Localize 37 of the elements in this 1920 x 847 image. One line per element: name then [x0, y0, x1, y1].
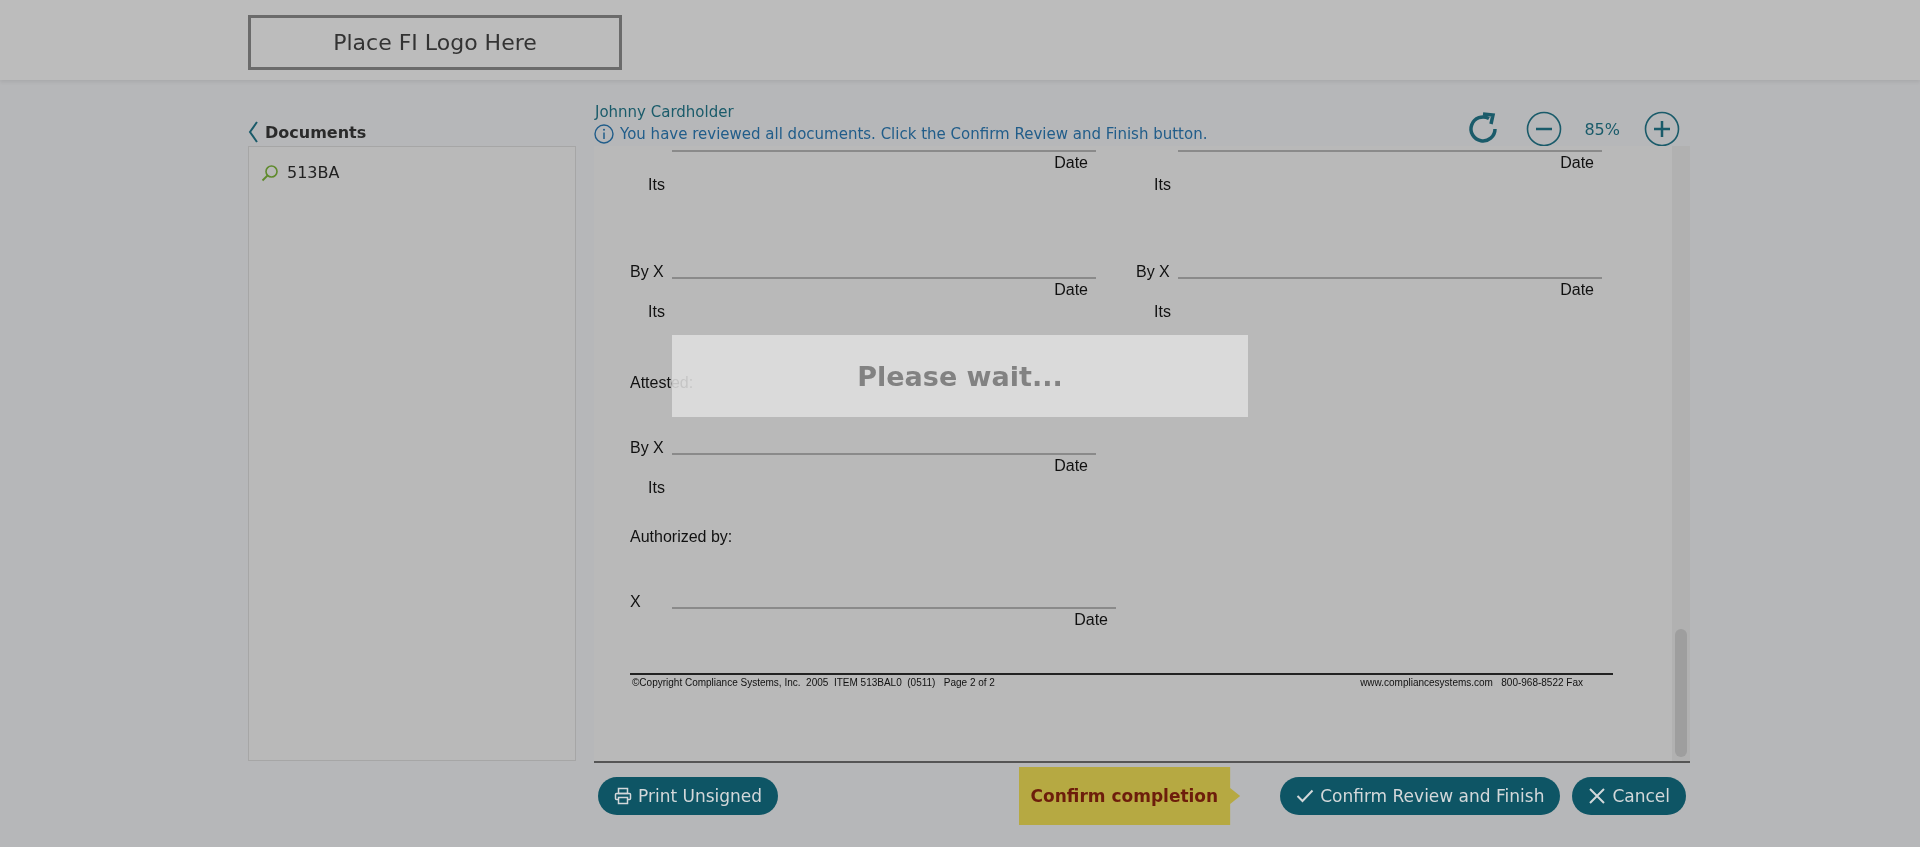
contact-footer: www.compliancesystems.com 800-968-8522 Fax: [1360, 677, 1583, 688]
date-label: Date: [1560, 154, 1594, 171]
title-label: Its: [1154, 176, 1171, 193]
close-icon: [1588, 787, 1607, 805]
signature-label: By X: [630, 263, 665, 281]
review-notice: You have reviewed all documents. Click the Confirm Review and Finish button.: [620, 125, 1208, 143]
print-unsigned-button[interactable]: Print Unsigned: [598, 777, 779, 815]
signature-label: X: [630, 593, 642, 611]
title-label: Its: [648, 479, 665, 496]
confirm-completion-tooltip: Confirm completion: [1018, 767, 1241, 825]
cancel-button[interactable]: Cancel: [1572, 777, 1686, 815]
date-label: Date: [1560, 281, 1594, 298]
section-label: Authorized by:: [630, 528, 733, 545]
back-chevron-icon[interactable]: [248, 121, 259, 143]
search-icon: [261, 163, 279, 182]
zoom-in-icon[interactable]: [1644, 111, 1680, 147]
zoom-out-icon[interactable]: [1526, 111, 1563, 147]
date-label: Date: [1054, 281, 1088, 298]
title-label: Its: [648, 176, 665, 193]
documents-back-link[interactable]: Documents: [265, 122, 367, 142]
document-list-item[interactable]: 513BA: [287, 163, 340, 182]
date-label: Date: [1074, 611, 1108, 628]
title-label: Its: [1154, 303, 1171, 320]
checkmark-icon: [1296, 789, 1315, 803]
confirm-review-button[interactable]: Confirm Review and Finish: [1280, 777, 1561, 815]
copyright-footer: ©Copyright Compliance Systems, Inc. 2005 ITEM 513BAL0 (0511) Page 2 of 2: [632, 677, 995, 688]
logo-placeholder-text: Place FI Logo Here: [333, 30, 537, 55]
please-wait-message: Please wait...: [857, 360, 1063, 392]
zoom-level: 85%: [1584, 119, 1620, 139]
signature-label: By X: [1136, 263, 1171, 281]
printer-icon: [614, 787, 632, 805]
recipient-name: Johnny Cardholder: [595, 103, 735, 121]
date-label: Date: [1054, 154, 1088, 171]
title-label: Its: [648, 303, 665, 320]
info-icon: [594, 124, 614, 144]
signature-label: By X: [630, 439, 665, 457]
date-label: Date: [1054, 457, 1088, 474]
